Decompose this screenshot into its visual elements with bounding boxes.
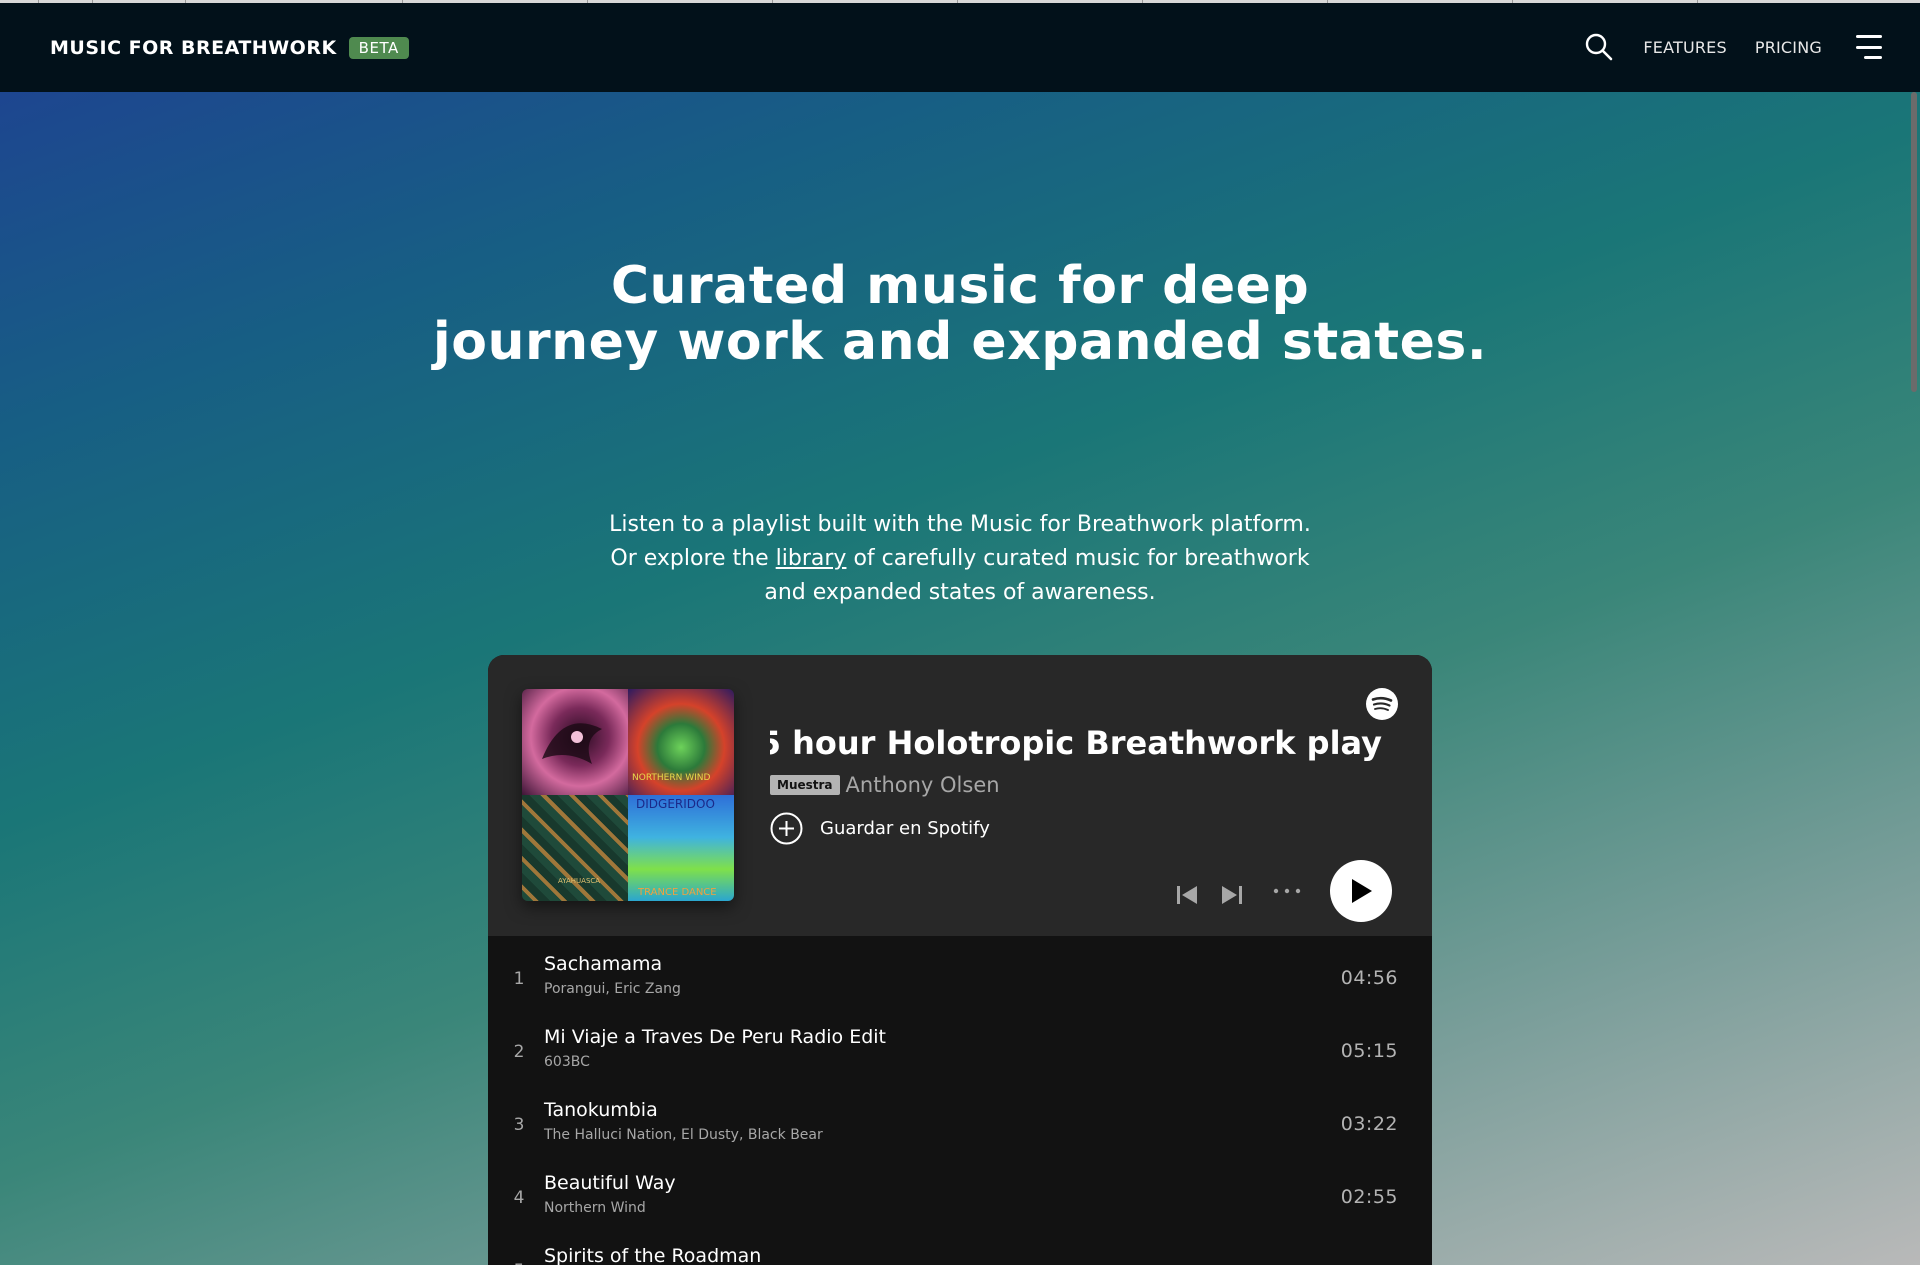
playlist-owner[interactable]: Anthony Olsen bbox=[846, 773, 1000, 797]
spotify-logo-icon[interactable] bbox=[1366, 688, 1398, 720]
skip-next-icon[interactable] bbox=[1221, 884, 1243, 906]
intro-line2-after: of carefully curated music for breathwor… bbox=[853, 546, 1310, 571]
beta-badge: BETA bbox=[348, 37, 409, 59]
playlist-cover-art[interactable]: NORTHERN WIND AYAHUASCA DIDGERIDOO TRANC… bbox=[522, 689, 734, 901]
preview-badge: Muestra bbox=[770, 775, 840, 795]
track-artist: The Halluci Nation, El Dusty, Black Bear bbox=[544, 1127, 823, 1143]
hero-title-line1: Curated music for deep bbox=[610, 256, 1310, 316]
playlist-title[interactable]: age 2.5 hour Holotropic Breathwork play bbox=[770, 721, 1382, 765]
hero-title: Curated music for deep journey work and … bbox=[0, 258, 1920, 370]
save-to-spotify-button[interactable]: Guardar en Spotify bbox=[770, 812, 990, 845]
track-duration: 03:22 bbox=[1340, 1113, 1398, 1135]
library-link[interactable]: library bbox=[776, 546, 847, 571]
track-number: 1 bbox=[513, 969, 525, 989]
search-icon[interactable] bbox=[1583, 31, 1615, 63]
track-title: Sachamama bbox=[544, 953, 663, 975]
track-row[interactable]: 4 Beautiful Way Northern Wind 02:55 bbox=[488, 1164, 1432, 1237]
cover-tile-1 bbox=[522, 689, 628, 795]
cover-label-2: NORTHERN WIND bbox=[632, 773, 711, 783]
track-number: 5 bbox=[510, 1261, 528, 1265]
track-artist: Porangui, Eric Zang bbox=[544, 981, 681, 997]
hamburger-menu-icon[interactable] bbox=[1856, 35, 1882, 59]
track-row[interactable]: 3 Tanokumbia The Halluci Nation, El Dust… bbox=[488, 1091, 1432, 1164]
cover-label-4b: TRANCE DANCE bbox=[638, 887, 717, 898]
cover-tile-2: NORTHERN WIND bbox=[628, 689, 734, 795]
cover-label-3: AYAHUASCA bbox=[558, 877, 601, 885]
site-header: MUSIC FOR BREATHWORK BETA FEATURES PRICI… bbox=[0, 3, 1920, 92]
player-header: NORTHERN WIND AYAHUASCA DIDGERIDOO TRANC… bbox=[488, 655, 1432, 936]
intro-line3: and expanded states of awareness. bbox=[764, 580, 1156, 605]
track-duration: 02:55 bbox=[1340, 1186, 1398, 1208]
nav-features-link[interactable]: FEATURES bbox=[1643, 38, 1726, 57]
intro-line2-before: Or explore the bbox=[610, 546, 769, 571]
track-number: 3 bbox=[513, 1115, 525, 1135]
play-button[interactable] bbox=[1330, 860, 1392, 922]
track-title: Tanokumbia bbox=[544, 1099, 658, 1121]
track-duration: 04:56 bbox=[1340, 967, 1398, 989]
track-row[interactable]: 2 Mi Viaje a Traves De Peru Radio Edit 6… bbox=[488, 1018, 1432, 1091]
cover-tile-3: AYAHUASCA bbox=[522, 795, 628, 901]
intro-line2: Or explore the library of carefully cura… bbox=[0, 542, 1920, 576]
hero-title-line2: journey work and expanded states. bbox=[432, 312, 1488, 372]
track-title: Mi Viaje a Traves De Peru Radio Edit bbox=[544, 1026, 886, 1048]
track-title: Spirits of the Roadman bbox=[544, 1245, 762, 1265]
track-number: 4 bbox=[513, 1188, 525, 1208]
track-artist: 603BC bbox=[544, 1054, 590, 1070]
skip-previous-icon[interactable] bbox=[1176, 884, 1198, 906]
main-nav: FEATURES PRICING bbox=[1583, 27, 1882, 67]
brand-name: MUSIC FOR BREATHWORK bbox=[50, 37, 337, 59]
track-title: Beautiful Way bbox=[544, 1172, 676, 1194]
play-icon bbox=[1352, 879, 1372, 903]
nav-pricing-link[interactable]: PRICING bbox=[1755, 38, 1822, 57]
brand[interactable]: MUSIC FOR BREATHWORK BETA bbox=[50, 33, 409, 63]
track-row[interactable]: 1 Sachamama Porangui, Eric Zang 04:56 bbox=[488, 945, 1432, 1018]
track-number: 2 bbox=[513, 1042, 525, 1062]
playlist-meta: Muestra Anthony Olsen bbox=[770, 773, 1000, 797]
spotify-embed-player: NORTHERN WIND AYAHUASCA DIDGERIDOO TRANC… bbox=[488, 655, 1432, 1265]
track-duration: 05:15 bbox=[1340, 1040, 1398, 1062]
track-row[interactable]: 5 Spirits of the Roadman bbox=[488, 1237, 1432, 1265]
playback-controls bbox=[1176, 860, 1394, 924]
intro-text: Listen to a playlist built with the Musi… bbox=[0, 508, 1920, 610]
more-options-icon[interactable] bbox=[1272, 886, 1302, 896]
save-label: Guardar en Spotify bbox=[820, 818, 990, 839]
track-list: 1 Sachamama Porangui, Eric Zang 04:56 2 … bbox=[488, 945, 1432, 1265]
playlist-title-text: age 2.5 hour Holotropic Breathwork play bbox=[770, 724, 1382, 762]
cover-label-4a: DIDGERIDOO bbox=[636, 797, 715, 811]
track-artist: Northern Wind bbox=[544, 1200, 646, 1216]
intro-line1: Listen to a playlist built with the Musi… bbox=[609, 512, 1311, 537]
cover-tile-4: DIDGERIDOO TRANCE DANCE bbox=[628, 795, 734, 901]
plus-circle-icon bbox=[770, 812, 803, 845]
